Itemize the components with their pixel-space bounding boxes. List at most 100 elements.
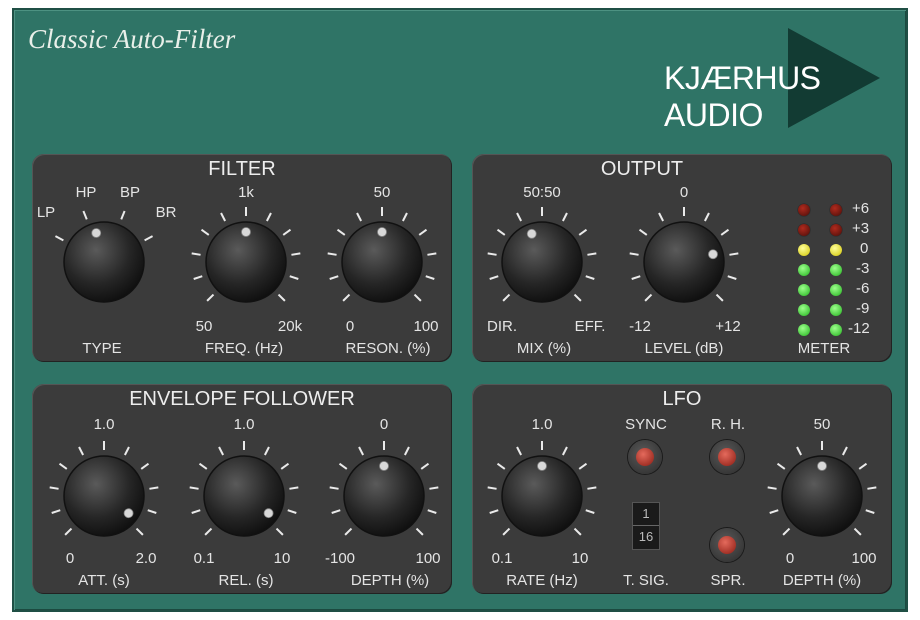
- knob-tick: [289, 275, 299, 280]
- knob-tick: [403, 446, 410, 456]
- tsig-numerator: 1: [633, 503, 659, 526]
- sync-label: SYNC: [625, 416, 667, 433]
- meter-led-r-minus12: [830, 324, 842, 336]
- meter-led-l-minus3: [798, 264, 810, 276]
- knob-tick: [487, 486, 497, 490]
- knob-tick: [277, 293, 286, 302]
- knob-tick: [338, 462, 348, 470]
- sync-button[interactable]: [628, 440, 662, 474]
- meter-led-r-0: [830, 244, 842, 256]
- rel-max-value: 10: [273, 550, 291, 567]
- knob-tick: [78, 446, 85, 456]
- knob-tick: [578, 228, 588, 236]
- mix-max-value: EFF.: [574, 318, 606, 335]
- lfo-depth-label: DEPTH (%): [782, 572, 862, 589]
- knob-tick: [140, 462, 150, 470]
- knob-tick: [644, 293, 653, 302]
- meter-led-r-minus6: [830, 284, 842, 296]
- knob-tick: [191, 509, 201, 514]
- rel-min-value: 0.1: [193, 550, 215, 567]
- mix-knob[interactable]: [482, 202, 602, 322]
- knob-tick: [782, 527, 791, 536]
- freq-max-value: 20k: [277, 318, 303, 335]
- knob-tick: [715, 293, 724, 302]
- lfo-depth-top-value: 50: [813, 416, 831, 433]
- meter-scale-minus12: -12: [848, 320, 870, 337]
- knob-tick: [413, 293, 422, 302]
- meter-led-r-plus3: [830, 224, 842, 236]
- rate-min-value: 0.1: [491, 550, 513, 567]
- knob-tick: [415, 527, 424, 536]
- knob-tick: [123, 446, 130, 456]
- env-depth-top-value: 0: [379, 416, 389, 433]
- att-knob[interactable]: [44, 436, 164, 556]
- knob-tick: [867, 486, 877, 490]
- reson-knob[interactable]: [322, 202, 442, 322]
- knob-tick: [853, 527, 862, 536]
- knob-tick: [120, 210, 126, 220]
- rate-top-value: 1.0: [531, 416, 553, 433]
- knob-tick: [776, 462, 786, 470]
- spr-label: SPR.: [710, 572, 746, 589]
- rh-led: [718, 448, 736, 466]
- lfo-depth-knob[interactable]: [762, 436, 882, 556]
- knob-tick: [841, 446, 848, 456]
- time-signature-display[interactable]: 1 16: [632, 502, 660, 550]
- env-depth-knob[interactable]: [324, 436, 444, 556]
- knob-tick: [631, 275, 641, 280]
- knob-tick: [796, 446, 803, 456]
- tsig-denominator: 16: [638, 529, 654, 544]
- rh-button[interactable]: [710, 440, 744, 474]
- type-option-hp: HP: [75, 184, 97, 201]
- output-panel: OUTPUT 50:50 DIR. EFF. MIX (%) 0 -12 +12…: [472, 154, 892, 362]
- knob-tick: [489, 509, 499, 514]
- knob-tick: [729, 252, 739, 256]
- knob-tick: [587, 252, 597, 256]
- level-max-value: +12: [715, 318, 741, 335]
- knob-tick: [289, 486, 299, 490]
- knob-tick: [198, 462, 208, 470]
- knob-tick: [193, 275, 203, 280]
- spr-led: [718, 536, 736, 554]
- knob-tick: [135, 527, 144, 536]
- knob-tick: [585, 509, 595, 514]
- knob-tick: [427, 252, 437, 256]
- freq-knob[interactable]: [186, 202, 306, 322]
- knob-tick: [144, 235, 154, 242]
- meter-led-l-minus6: [798, 284, 810, 296]
- lfo-depth-min-value: 0: [785, 550, 795, 567]
- type-knob[interactable]: [44, 202, 164, 322]
- rate-knob[interactable]: [482, 436, 602, 556]
- plugin-title: Classic Auto-Filter: [28, 24, 236, 54]
- knob-tick: [327, 252, 337, 256]
- knob-tick: [263, 446, 270, 456]
- lfo-depth-max-value: 100: [851, 550, 877, 567]
- level-knob[interactable]: [624, 202, 744, 322]
- knob-tick: [496, 462, 506, 470]
- level-min-value: -12: [629, 318, 651, 335]
- knob-tick: [282, 228, 292, 236]
- knob-tick: [573, 293, 582, 302]
- knob-tick: [342, 293, 351, 302]
- knob-tick: [489, 275, 499, 280]
- knob-tick: [578, 462, 588, 470]
- meter-led-l-plus3: [798, 224, 810, 236]
- meter-label: METER: [797, 340, 851, 357]
- reson-label: RESON. (%): [345, 340, 431, 357]
- knob-tick: [629, 252, 639, 256]
- att-top-value: 1.0: [93, 416, 115, 433]
- knob-tick: [265, 212, 272, 222]
- knob-tick: [865, 509, 875, 514]
- knob-body: [643, 221, 725, 303]
- freq-top-value: 1k: [238, 184, 254, 201]
- knob-pointer-dot: [379, 461, 389, 471]
- knob-tick: [516, 212, 523, 222]
- att-label: ATT. (s): [78, 572, 130, 589]
- knob-tick: [561, 212, 568, 222]
- knob-tick: [502, 527, 511, 536]
- rel-knob[interactable]: [184, 436, 304, 556]
- knob-body: [501, 221, 583, 303]
- spr-button[interactable]: [710, 528, 744, 562]
- knob-tick: [401, 212, 408, 222]
- meter-scale-0: 0: [860, 240, 869, 257]
